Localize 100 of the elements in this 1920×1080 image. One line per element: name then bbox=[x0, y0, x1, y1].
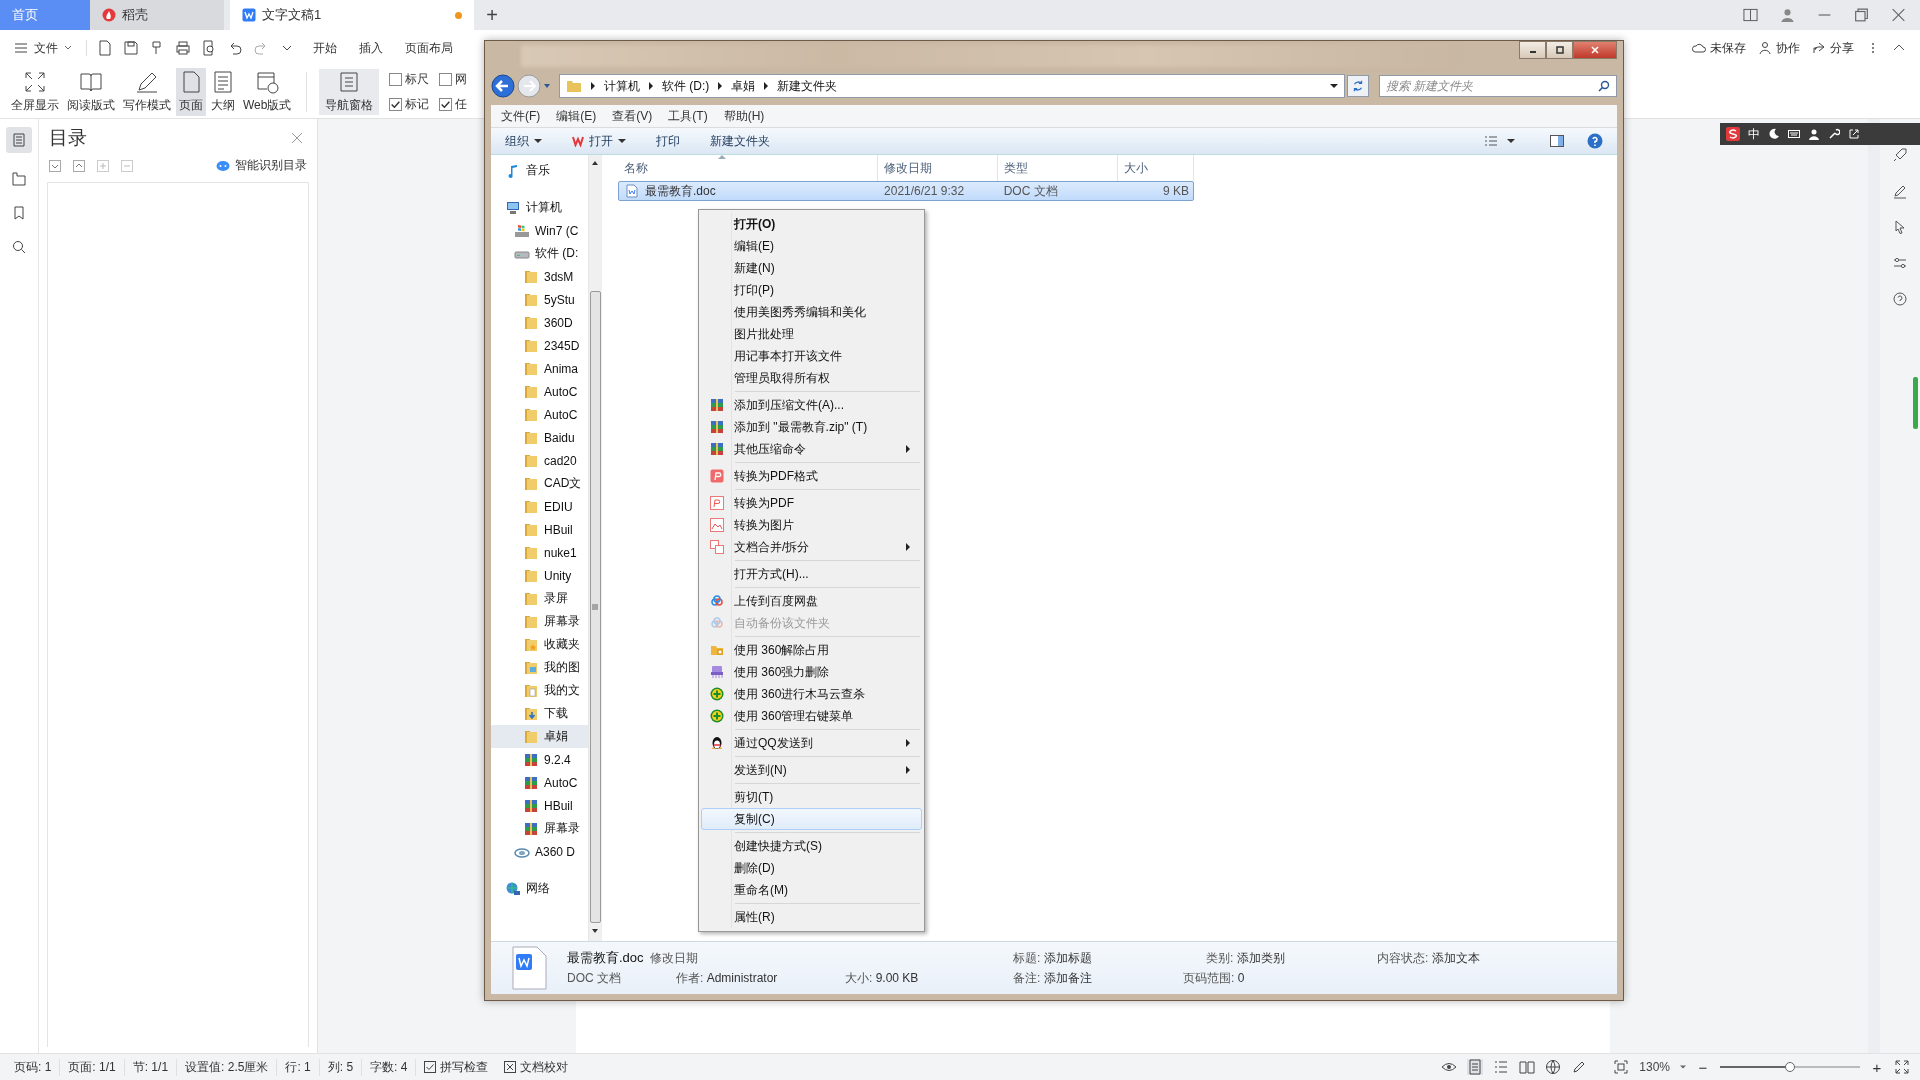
dropdown-caret-icon[interactable] bbox=[1330, 82, 1338, 90]
menu-item[interactable]: 文档合并/拆分 bbox=[701, 536, 922, 558]
menu-item[interactable]: 使用美图秀秀编辑和美化 bbox=[701, 301, 922, 323]
menu-item[interactable]: 重命名(M) bbox=[701, 879, 922, 901]
menu-item[interactable]: 打开(O) bbox=[701, 213, 922, 235]
menu-item[interactable]: 添加到压缩文件(A)... bbox=[701, 394, 922, 416]
tree-item[interactable]: 收藏夹 bbox=[491, 633, 588, 656]
menu-item[interactable]: 编辑(E) bbox=[701, 235, 922, 257]
tree-item[interactable]: AutoC bbox=[491, 403, 588, 426]
status-toggle[interactable]: 文档校对 bbox=[496, 1058, 577, 1076]
caret-icon[interactable] bbox=[1507, 137, 1515, 145]
bookmark-icon[interactable] bbox=[11, 205, 27, 221]
tree-item[interactable]: 5yStu bbox=[491, 288, 588, 311]
tree-item[interactable]: Baidu bbox=[491, 426, 588, 449]
chevron-icon[interactable] bbox=[590, 82, 596, 90]
tree-item[interactable]: 软件 (D: bbox=[491, 242, 588, 265]
search-icon[interactable] bbox=[11, 239, 27, 255]
checkbox[interactable]: 标尺 bbox=[389, 71, 430, 88]
scrollbar[interactable] bbox=[588, 155, 601, 941]
tree-item[interactable]: 屏幕录 bbox=[491, 817, 588, 840]
zoom-out-button[interactable]: − bbox=[1696, 1058, 1710, 1076]
chevron-icon[interactable] bbox=[763, 82, 770, 90]
tree-item[interactable]: 屏幕录 bbox=[491, 610, 588, 633]
tree-item[interactable]: nuke1 bbox=[491, 541, 588, 564]
toolbar-button[interactable]: 打开 bbox=[572, 132, 626, 150]
menu-item[interactable]: 使用 360解除占用 bbox=[701, 639, 922, 661]
tree-item[interactable]: CAD文 bbox=[491, 472, 588, 495]
tree-item[interactable]: 3dsM bbox=[491, 265, 588, 288]
tree-item[interactable]: 卓娟 bbox=[491, 725, 588, 748]
print-icon[interactable] bbox=[175, 40, 191, 56]
menu-item[interactable]: 发送到(N) bbox=[701, 759, 922, 781]
scroll-down-icon[interactable] bbox=[591, 927, 599, 935]
print-preview-icon[interactable] bbox=[201, 40, 217, 56]
menu-item[interactable]: 其他压缩命令 bbox=[701, 438, 922, 460]
tree-item[interactable]: 360D bbox=[491, 311, 588, 334]
view-mode-button[interactable]: Web版式 bbox=[240, 68, 295, 116]
menu-item[interactable]: 管理员取得所有权 bbox=[701, 367, 922, 389]
tree-item[interactable]: HBuil bbox=[491, 518, 588, 541]
menu-item[interactable]: 上传到百度网盘 bbox=[701, 590, 922, 612]
tree-item[interactable]: A360 D bbox=[491, 840, 588, 863]
maximize-button[interactable] bbox=[1546, 41, 1573, 59]
scroll-thumb[interactable] bbox=[589, 291, 601, 923]
breadcrumb[interactable]: 新建文件夹 bbox=[777, 77, 838, 95]
toolbar-button[interactable]: 打印 bbox=[656, 132, 680, 150]
menu-item[interactable]: 打开方式(H)... bbox=[701, 563, 922, 585]
breadcrumb[interactable]: 软件 (D:) bbox=[662, 77, 710, 95]
expand-down-icon[interactable] bbox=[49, 159, 61, 172]
pen-icon[interactable] bbox=[1892, 183, 1908, 199]
view-mode-button[interactable]: 写作模式 bbox=[120, 68, 174, 116]
fit-page-icon[interactable] bbox=[1613, 1059, 1630, 1075]
input-mode-label[interactable]: 中 bbox=[1748, 125, 1760, 143]
breadcrumb[interactable]: 计算机 bbox=[604, 77, 640, 95]
tree-item[interactable]: AutoC bbox=[491, 771, 588, 794]
menu-item[interactable]: 使用 360进行木马云查杀 bbox=[701, 683, 922, 705]
tree-item[interactable]: Win7 (C bbox=[491, 219, 588, 242]
menu-item[interactable]: 使用 360管理右键菜单 bbox=[701, 705, 922, 727]
page-view-icon[interactable] bbox=[1467, 1059, 1484, 1075]
wrench-icon[interactable] bbox=[1828, 128, 1840, 140]
globe-icon[interactable] bbox=[1545, 1059, 1562, 1075]
view-mode-button[interactable]: 页面 bbox=[176, 68, 206, 116]
chevron-icon[interactable] bbox=[648, 82, 654, 90]
close-button[interactable] bbox=[1573, 41, 1617, 59]
refresh-icon[interactable] bbox=[1347, 75, 1369, 97]
view-mode-button[interactable]: 阅读版式 bbox=[64, 68, 118, 116]
tree-item[interactable]: 我的图 bbox=[491, 656, 588, 679]
keyboard-icon[interactable] bbox=[1788, 128, 1800, 140]
menu-item[interactable]: 转换为PDF bbox=[701, 492, 922, 514]
book-icon[interactable] bbox=[1519, 1059, 1536, 1075]
menu-item[interactable]: 属性(R) bbox=[701, 906, 922, 928]
sliders-icon[interactable] bbox=[1892, 255, 1908, 271]
breadcrumb[interactable]: 卓娟 bbox=[731, 77, 756, 95]
input-method-logo-icon[interactable] bbox=[1726, 127, 1740, 141]
zoom-level[interactable]: 130% bbox=[1639, 1060, 1670, 1074]
ribbon-tab[interactable]: 页面布局 bbox=[405, 39, 453, 57]
external-icon[interactable] bbox=[1848, 128, 1860, 140]
menu-item[interactable]: 剪切(T) bbox=[701, 786, 922, 808]
tree-item[interactable]: 我的文 bbox=[491, 679, 588, 702]
menu-item[interactable]: 转换为图片 bbox=[701, 514, 922, 536]
person-icon[interactable] bbox=[1808, 128, 1820, 140]
document-tab[interactable]: 文字文稿1 bbox=[230, 0, 474, 30]
file-row[interactable]: 最需教育.doc 2021/6/21 9:32 DOC 文档 9 KB bbox=[618, 181, 1194, 201]
search-field[interactable]: 搜索 新建文件夹 bbox=[1379, 75, 1617, 97]
zoom-slider[interactable] bbox=[1720, 1061, 1860, 1073]
view-mode-button[interactable]: 全屏显示 bbox=[8, 68, 62, 116]
minimize-button[interactable] bbox=[1519, 41, 1546, 59]
menu-item[interactable]: 打印(P) bbox=[701, 279, 922, 301]
caret-icon[interactable] bbox=[1680, 1063, 1686, 1071]
chevron-icon[interactable] bbox=[717, 82, 724, 90]
tree-item[interactable]: Unity bbox=[491, 564, 588, 587]
menu-item[interactable]: 图片批处理 bbox=[701, 323, 922, 345]
tree-item[interactable]: 下载 bbox=[491, 702, 588, 725]
menu-item[interactable]: 使用 360强力删除 bbox=[701, 661, 922, 683]
zoom-in-button[interactable]: + bbox=[1870, 1058, 1884, 1076]
document-tab[interactable]: 稻壳 bbox=[90, 0, 224, 30]
menu-item[interactable]: 创建快捷方式(S) bbox=[701, 835, 922, 857]
file-menu-button[interactable]: 文件 bbox=[14, 39, 72, 57]
menu-item[interactable]: 添加到 "最需教育.zip" (T) bbox=[701, 416, 922, 438]
ribbon-tab[interactable]: 开始 bbox=[313, 39, 337, 57]
menu-item[interactable]: 通过QQ发送到 bbox=[701, 732, 922, 754]
slider-thumb[interactable] bbox=[1785, 1062, 1795, 1072]
